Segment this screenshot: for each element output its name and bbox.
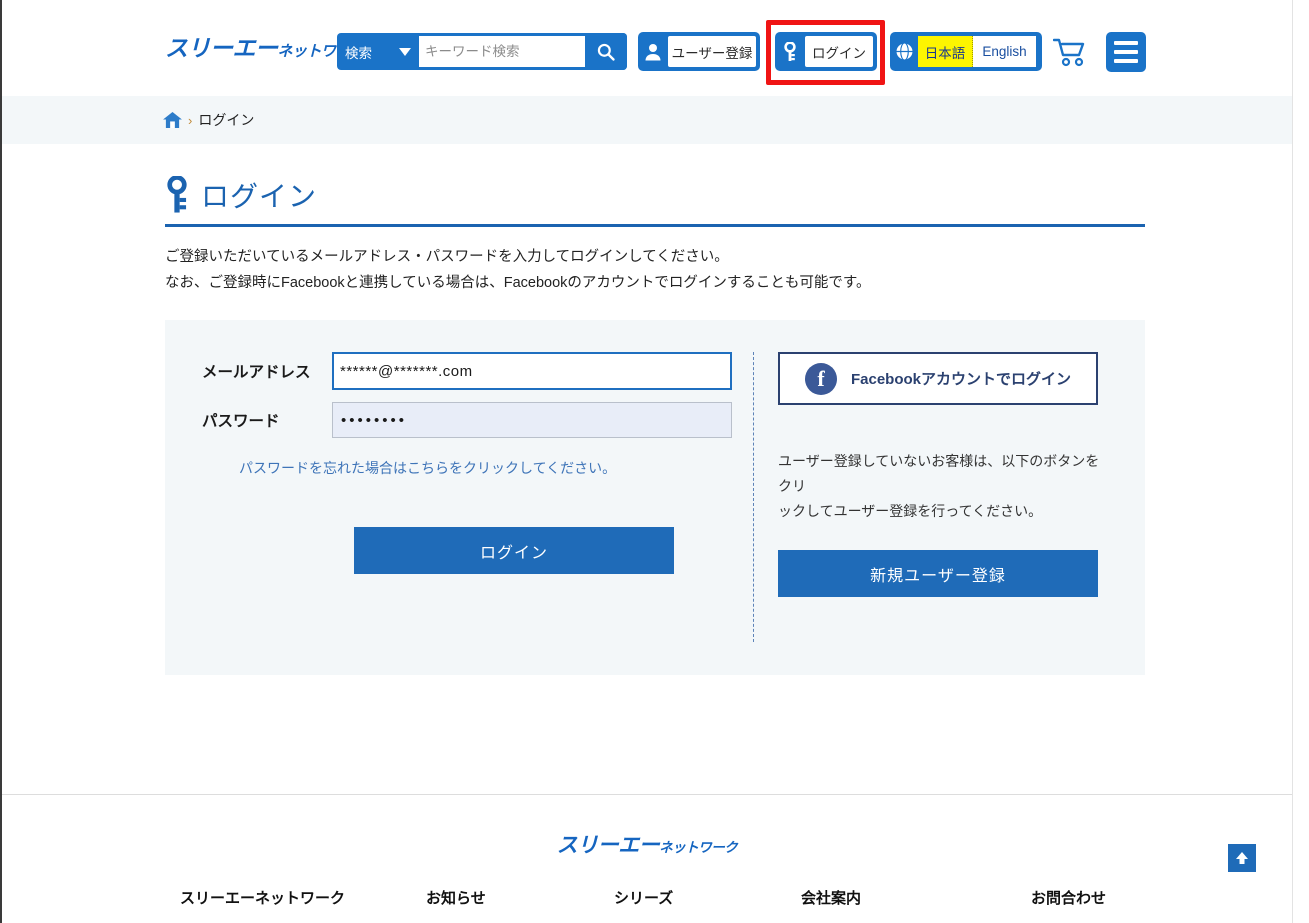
footer-logo[interactable]: スリーエーネットワーク xyxy=(2,829,1292,859)
social-login-section: f Facebookアカウントでログイン ユーザー登録していないお客様は、以下の… xyxy=(778,352,1108,597)
login-button[interactable]: ログイン xyxy=(775,32,877,71)
intro-line-2: なお、ご登録時にFacebookと連携している場合は、Facebookのアカウン… xyxy=(165,270,1165,296)
login-button-label: ログイン xyxy=(805,36,873,67)
forgot-password-link[interactable]: パスワードを忘れた場合はこちらをクリックしてください。 xyxy=(239,458,616,478)
page-title: ログイン xyxy=(201,175,317,215)
register-note-line-2: ックしてユーザー登録を行ってください。 xyxy=(778,499,1110,524)
login-submit-button[interactable]: ログイン xyxy=(354,527,674,574)
register-note-line-1: ユーザー登録していないお客様は、以下のボタンをクリ xyxy=(778,449,1110,499)
hamburger-menu-icon-bar-1 xyxy=(1114,41,1138,45)
facebook-login-button[interactable]: f Facebookアカウントでログイン xyxy=(778,352,1098,405)
search-bar: 検索 xyxy=(337,33,627,70)
cart-button[interactable] xyxy=(1050,32,1090,72)
facebook-icon: f xyxy=(805,363,837,395)
scrollbar-track[interactable] xyxy=(1293,0,1309,923)
search-category-label: 検索 xyxy=(345,42,372,62)
facebook-login-label: Facebookアカウントでログイン xyxy=(851,368,1071,389)
footer-column-contact[interactable]: お問合わせ xyxy=(1031,887,1106,908)
login-panel: メールアドレス パスワード パスワードを忘れた場合はこちらをクリックしてください… xyxy=(165,320,1145,675)
breadcrumb: › ログイン xyxy=(2,96,1292,144)
globe-icon xyxy=(890,32,918,71)
page-title-rule xyxy=(165,224,1145,227)
search-input[interactable] xyxy=(419,36,585,67)
menu-button[interactable] xyxy=(1106,32,1146,72)
login-page: スリーエーネットワーク 検索 ユーザー登録 xyxy=(0,0,1309,923)
site-logo[interactable]: スリーエーネットワーク xyxy=(165,29,365,63)
footer-logo-main: スリーエー xyxy=(557,834,660,857)
search-submit-button[interactable] xyxy=(585,33,627,70)
intro-text: ご登録いただいているメールアドレス・パスワードを入力してログインしてください。 … xyxy=(165,244,1165,296)
site-header: スリーエーネットワーク 検索 ユーザー登録 xyxy=(2,0,1292,96)
user-register-label: ユーザー登録 xyxy=(668,36,756,67)
key-icon xyxy=(775,32,805,71)
search-category-select[interactable]: 検索 xyxy=(337,33,419,70)
email-row: メールアドレス xyxy=(202,352,732,390)
site-footer: スリーエーネットワーク スリーエーネットワーク お知らせ シリーズ 会社案内 お… xyxy=(2,794,1292,923)
password-input[interactable] xyxy=(332,402,732,438)
language-option-japanese[interactable]: 日本語 xyxy=(918,36,973,67)
language-switcher[interactable]: 日本語 English xyxy=(890,32,1042,71)
password-row: パスワード xyxy=(202,402,732,438)
intro-line-1: ご登録いただいているメールアドレス・パスワードを入力してログインしてください。 xyxy=(165,244,1165,270)
scroll-to-top-button[interactable] xyxy=(1228,844,1256,872)
password-label: パスワード xyxy=(202,409,332,431)
footer-column-series[interactable]: シリーズ xyxy=(614,887,673,908)
language-option-english[interactable]: English xyxy=(973,36,1036,67)
hamburger-menu-icon-bar-3 xyxy=(1114,59,1138,63)
hamburger-menu-icon-bar-2 xyxy=(1114,50,1138,54)
chevron-down-icon xyxy=(399,48,411,56)
footer-column-company[interactable]: 会社案内 xyxy=(801,887,861,908)
home-icon[interactable] xyxy=(163,112,182,129)
arrow-up-icon xyxy=(1235,851,1249,865)
panel-divider xyxy=(753,352,754,642)
search-icon xyxy=(596,42,616,62)
register-note: ユーザー登録していないお客様は、以下のボタンをクリ ックしてユーザー登録を行って… xyxy=(778,449,1110,524)
footer-columns: スリーエーネットワーク お知らせ シリーズ 会社案内 お問合わせ xyxy=(2,887,1292,917)
user-register-button[interactable]: ユーザー登録 xyxy=(638,32,760,71)
site-logo-main: スリーエー xyxy=(165,35,278,61)
email-input[interactable] xyxy=(332,352,732,390)
footer-column-news[interactable]: お知らせ xyxy=(426,887,486,908)
footer-logo-sub: ネットワーク xyxy=(659,840,737,855)
footer-column-network[interactable]: スリーエーネットワーク xyxy=(180,887,345,908)
main-content: ログイン ご登録いただいているメールアドレス・パスワードを入力してログインしてく… xyxy=(2,144,1292,794)
login-form: メールアドレス パスワード パスワードを忘れた場合はこちらをクリックしてください… xyxy=(202,352,732,478)
new-user-register-button[interactable]: 新規ユーザー登録 xyxy=(778,550,1098,597)
breadcrumb-current: ログイン xyxy=(198,110,254,130)
breadcrumb-separator: › xyxy=(188,113,192,128)
key-icon xyxy=(165,176,189,214)
user-icon xyxy=(638,32,668,71)
shopping-cart-icon xyxy=(1053,37,1087,67)
page-title-block: ログイン xyxy=(165,172,1145,227)
email-label: メールアドレス xyxy=(202,360,332,382)
